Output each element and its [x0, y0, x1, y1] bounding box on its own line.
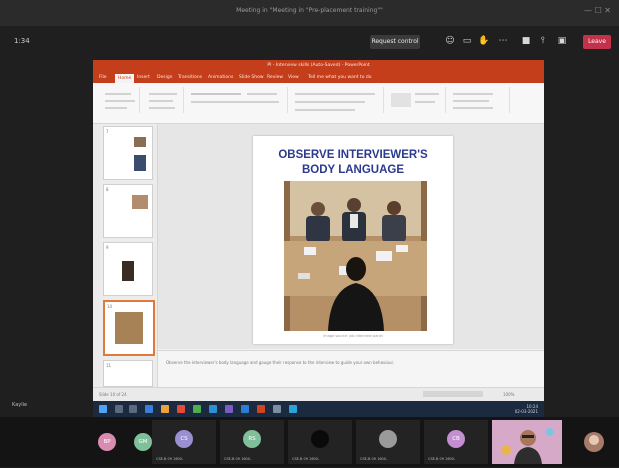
powerpoint-icon[interactable] [257, 405, 265, 413]
participant-name: CSE-B 09 1600- [292, 457, 320, 461]
participant-avatar: RS [243, 430, 261, 448]
slide-thumbnail[interactable]: 8 [103, 184, 153, 238]
slide-thumbnail[interactable]: 7 [103, 126, 153, 180]
speaker-notes-text: Observe the interviewer's body language … [166, 360, 395, 365]
tab-file[interactable]: File [99, 75, 107, 80]
participant-tile[interactable]: RS CSE-B 09 1600- [220, 420, 284, 464]
slide-thumbnail[interactable]: 9 [103, 242, 153, 296]
app-icon[interactable] [273, 405, 281, 413]
participant-name: CSE-B 09 1600- [224, 457, 252, 461]
participant-avatar: GM [134, 433, 152, 451]
chrome-icon[interactable] [177, 405, 185, 413]
tab-review[interactable]: Review [267, 75, 283, 80]
taskbar-date: 02-03-2021 [514, 409, 538, 414]
drawing-group[interactable] [387, 87, 446, 113]
participant-tile[interactable]: CB CSE-B 09 1600- [424, 420, 488, 464]
font-group[interactable] [187, 87, 288, 113]
more-actions-icon[interactable]: ⋯ [497, 35, 509, 47]
chat-icon[interactable]: ▭ [461, 35, 473, 47]
participant-tile[interactable] [570, 420, 619, 464]
meeting-timer: 1:34 [14, 37, 30, 45]
ppt-status-bar: Slide 10 of 24 100% [93, 387, 544, 402]
participant-avatar-photo [584, 432, 604, 452]
zoom-level[interactable]: 100% [503, 392, 514, 397]
slide-counter: Slide 10 of 24 [99, 392, 127, 397]
participant-avatar [379, 430, 397, 448]
teams-icon[interactable] [225, 405, 233, 413]
tab-design[interactable]: Design [157, 75, 173, 80]
store-icon[interactable] [193, 405, 201, 413]
participant-strip: BP GM CS CSE-B 09 1600- RS CSE-B 09 1600… [0, 417, 619, 467]
participant-avatar: CS [175, 430, 193, 448]
slide-title: OBSERVE INTERVIEWER'S BODY LANGUAGE [253, 148, 453, 178]
slide-title-line-2: BODY LANGUAGE [301, 164, 405, 176]
request-control-button[interactable]: Request control [370, 35, 420, 49]
share-icon[interactable]: ▣ [556, 35, 568, 47]
tab-insert[interactable]: Insert [137, 75, 150, 80]
slide-thumbnail[interactable]: 11 [103, 360, 153, 387]
participant-avatar [311, 430, 329, 448]
leave-label: Leave [588, 38, 606, 45]
interview-photo [284, 181, 427, 331]
participant-tile[interactable]: CSE-B 09 1600- [356, 420, 420, 464]
participant-name: CSE-B 09 1600- [360, 457, 388, 461]
word-icon[interactable] [241, 405, 249, 413]
presenter-name: Kaylie [12, 402, 28, 408]
slide-thumbnails-panel[interactable]: 7 8 9 10 11 [93, 124, 158, 387]
participant-name: CSE-B 09 1600- [428, 457, 456, 461]
window-titlebar: Meeting in "Meeting in "Pre-placement tr… [0, 0, 619, 26]
tab-view[interactable]: View [288, 75, 299, 80]
view-buttons[interactable] [423, 391, 483, 397]
speaker-notes[interactable]: Observe the interviewer's body language … [158, 350, 544, 388]
participant-tile[interactable]: CSE-B 09 1600- [288, 420, 352, 464]
microphone-icon[interactable]: ⫯ [537, 35, 549, 47]
slide-title-line-1: OBSERVE INTERVIEWER'S [278, 149, 428, 161]
clipboard-group[interactable] [95, 87, 140, 113]
participant-tile[interactable]: BP [90, 420, 124, 464]
leave-button[interactable]: Leave [583, 35, 611, 49]
tab-animations[interactable]: Animations [208, 75, 233, 80]
tab-transitions[interactable]: Transitions [178, 75, 202, 80]
participant-avatar: BP [98, 433, 116, 451]
taskbar-clock: 10:24 02-03-2021 [515, 404, 538, 414]
participant-tile[interactable]: CS CSE-B 09 1600- [152, 420, 216, 464]
photo-caption: Image source: job interview panel [323, 334, 383, 338]
editing-group[interactable] [449, 87, 510, 113]
participants-icon[interactable]: ☺ [444, 35, 456, 47]
ppt-titlebar: PI - Interview skills (Auto-Saved) - Pow… [93, 60, 544, 73]
file-explorer-icon[interactable] [161, 405, 169, 413]
shared-powerpoint-window: PI - Interview skills (Auto-Saved) - Pow… [93, 60, 544, 402]
mail-icon[interactable] [209, 405, 217, 413]
slide-thumbnail-selected[interactable]: 10 [103, 300, 155, 356]
tab-home[interactable]: Home [115, 74, 135, 83]
window-title: Meeting in "Meeting in "Pre-placement tr… [236, 7, 383, 14]
participant-video [492, 420, 562, 464]
search-icon[interactable] [115, 405, 123, 413]
app-icon[interactable] [289, 405, 297, 413]
tab-slide-show[interactable]: Slide Show [239, 75, 264, 80]
meeting-toolbar: 1:34 Request control ☺ ▭ ✋ ⋯ ■ ⫯ ▣ Leave [0, 26, 619, 58]
participant-video-tile[interactable] [492, 420, 562, 464]
participant-name: CSE-B 09 1600- [156, 457, 184, 461]
raise-hand-icon[interactable]: ✋ [478, 35, 490, 47]
ppt-ribbon [93, 83, 544, 124]
edge-icon[interactable] [145, 405, 153, 413]
presenter-taskbar: 10:24 02-03-2021 [93, 401, 544, 417]
ppt-document-title: PI - Interview skills (Auto-Saved) - Pow… [267, 63, 370, 68]
ppt-ribbon-tabs: File Home Insert Design Transitions Anim… [93, 73, 544, 83]
camera-icon[interactable]: ■ [520, 35, 532, 47]
task-view-icon[interactable] [129, 405, 137, 413]
slides-group[interactable] [143, 87, 184, 113]
window-controls[interactable]: — ☐ ✕ [584, 6, 611, 15]
current-slide[interactable]: OBSERVE INTERVIEWER'S BODY LANGUAGE Imag… [253, 136, 453, 344]
paragraph-group[interactable] [291, 87, 384, 113]
participant-avatar: CB [447, 430, 465, 448]
windows-start-icon[interactable] [99, 405, 107, 413]
tell-me-search[interactable]: Tell me what you want to do [308, 75, 372, 80]
